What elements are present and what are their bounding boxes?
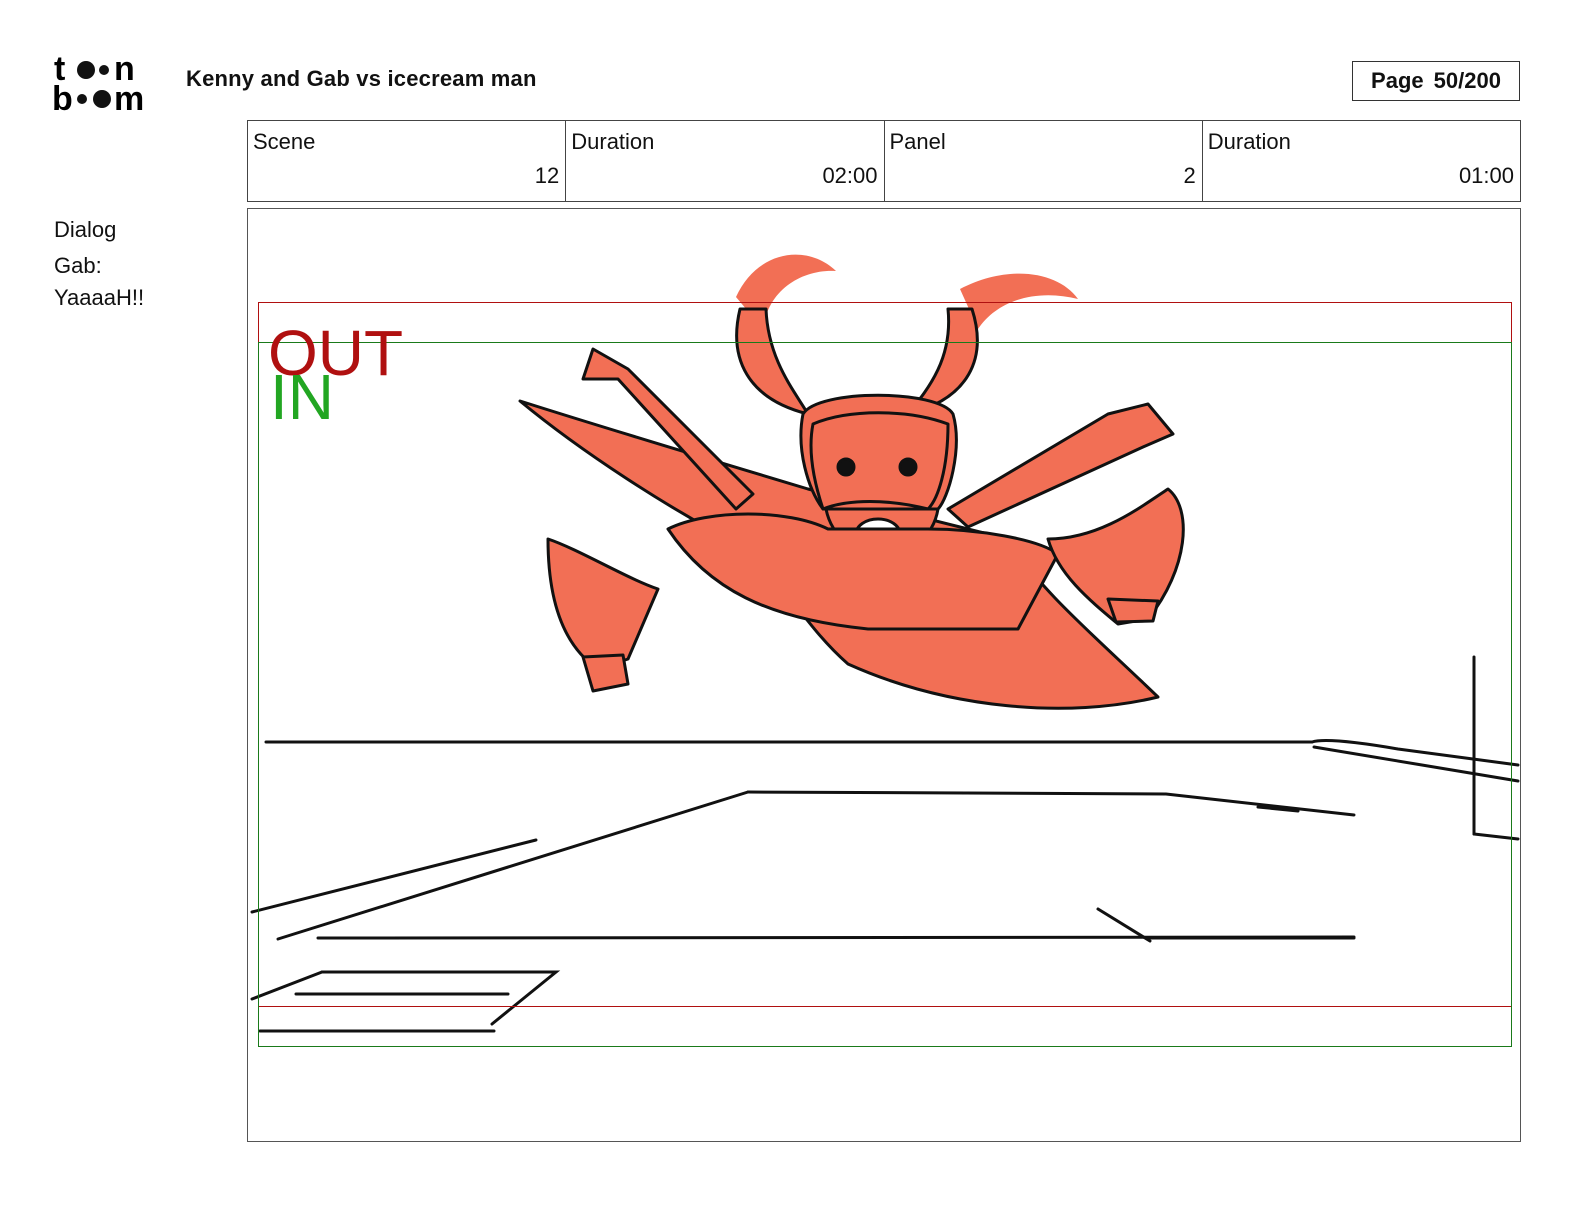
panel-label: Panel xyxy=(889,129,946,154)
panel-value: 2 xyxy=(1183,163,1196,188)
scene-duration-value: 02:00 xyxy=(822,163,878,188)
panel-duration-cell: Duration 01:00 xyxy=(1203,121,1520,201)
scene-duration-cell: Duration 02:00 xyxy=(566,121,885,201)
svg-text:b: b xyxy=(52,80,73,114)
dialog-line: YaaaaH!! xyxy=(54,285,145,310)
scene-duration-label: Duration xyxy=(571,129,655,154)
dialog-speaker: Gab: xyxy=(54,253,102,278)
svg-text:m: m xyxy=(114,80,144,114)
page-number: 50/200 xyxy=(1433,68,1501,93)
storyboard-panel[interactable]: OUT IN xyxy=(247,208,1521,1142)
dialog-section: Dialog Gab: YaaaaH!! xyxy=(54,214,144,314)
panel-duration-label: Duration xyxy=(1207,129,1291,154)
page-indicator: Page 50/200 xyxy=(1352,61,1520,101)
scene-value: 12 xyxy=(534,163,560,188)
panel-cell: Panel 2 xyxy=(885,121,1203,201)
page-label: Page xyxy=(1371,68,1424,93)
frame-in-border xyxy=(258,342,1512,1047)
toonboom-logo: t n b m xyxy=(52,52,164,114)
scene-info-table: Scene 12 Duration 02:00 Panel 2 Duration… xyxy=(247,120,1521,202)
scene-label: Scene xyxy=(253,129,316,154)
panel-duration-value: 01:00 xyxy=(1458,163,1514,188)
project-title: Kenny and Gab vs icecream man xyxy=(186,66,537,91)
frame-in-label: IN xyxy=(270,361,334,433)
dialog-heading: Dialog xyxy=(54,217,117,242)
scene-cell: Scene 12 xyxy=(248,121,567,201)
